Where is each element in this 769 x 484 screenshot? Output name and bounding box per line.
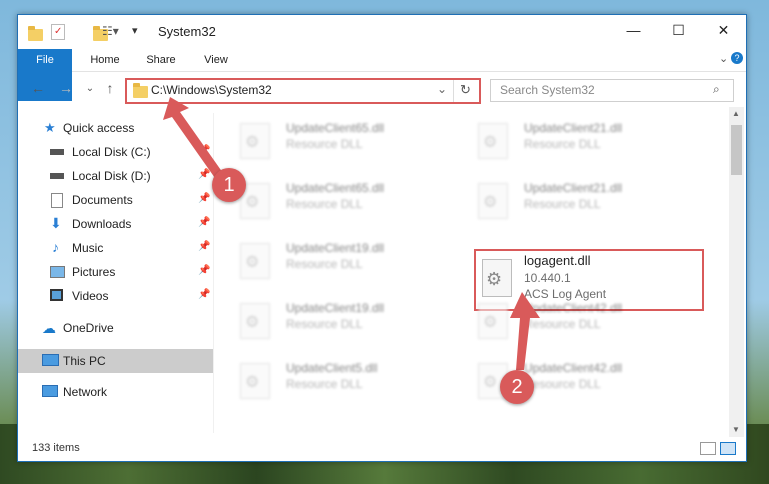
minimize-button[interactable]: —: [611, 15, 656, 45]
sidebar-item-documents[interactable]: Documents 📌: [18, 189, 213, 211]
list-item[interactable]: UpdateClient42.dll Resource DLL: [452, 295, 672, 347]
address-divider: [453, 80, 454, 102]
help-icon[interactable]: ?: [731, 52, 743, 64]
pin-icon[interactable]: 📌: [198, 145, 210, 156]
folder-icon: [133, 83, 148, 98]
list-item[interactable]: UpdateClient21.dll Resource DLL: [452, 115, 672, 167]
videos-icon: [50, 289, 63, 301]
scroll-up-icon[interactable]: ▲: [732, 109, 740, 118]
file-explorer-window: ✓ ☷▾ ▾ System32 — ☐ ✕ File Home Share Vi…: [17, 14, 747, 462]
window-title: System32: [158, 24, 216, 39]
dll-file-icon: [240, 303, 270, 339]
pin-icon[interactable]: 📌: [198, 289, 210, 300]
list-item[interactable]: UpdateClient65.dll Resource DLL: [214, 115, 434, 167]
pictures-icon: [50, 266, 65, 278]
sidebar-item-videos[interactable]: Videos 📌: [18, 285, 213, 307]
dll-file-icon: [240, 123, 270, 159]
navigation-bar: ← → ⌄ ↑ C:\Windows\System32 ⌄ ↻ Search S…: [18, 73, 746, 107]
sidebar-item-pictures[interactable]: Pictures 📌: [18, 261, 213, 283]
search-icon[interactable]: ⌕: [713, 82, 720, 97]
up-arrow-icon[interactable]: ↑: [100, 80, 120, 96]
tab-view[interactable]: View: [194, 49, 238, 71]
details-view-icon[interactable]: [700, 442, 716, 455]
pin-icon[interactable]: 📌: [198, 241, 210, 252]
pin-icon[interactable]: 📌: [198, 265, 210, 276]
documents-icon: [51, 193, 63, 208]
pin-icon[interactable]: 📌: [198, 193, 210, 204]
sidebar-item-quick-access[interactable]: ★ Quick access: [18, 117, 213, 139]
scrollbar-thumb[interactable]: [731, 125, 742, 175]
navigation-pane: ★ Quick access Local Disk (C:) 📌 Local D…: [18, 113, 213, 433]
callout-badge-two: 2: [500, 370, 534, 404]
sidebar-item-music[interactable]: ♪ Music 📌: [18, 237, 213, 259]
properties-icon[interactable]: ✓: [51, 24, 65, 40]
address-bar[interactable]: C:\Windows\System32 ⌄ ↻: [125, 78, 481, 104]
search-placeholder: Search System32: [500, 83, 595, 97]
large-icons-view-icon[interactable]: [720, 442, 736, 455]
list-item[interactable]: UpdateClient5.dll Resource DLL: [214, 355, 434, 407]
expand-ribbon-icon[interactable]: ⌄: [719, 52, 728, 65]
address-dropdown-icon[interactable]: ⌄: [437, 82, 447, 96]
vertical-scrollbar[interactable]: ▲ ▼: [729, 107, 744, 437]
gear-icon: ⚙: [486, 269, 503, 289]
star-icon: ★: [44, 120, 56, 135]
music-icon: ♪: [52, 239, 59, 255]
back-arrow-icon[interactable]: ←: [28, 80, 48, 96]
dll-file-icon: ⚙: [482, 259, 512, 297]
downloads-icon: ⬇: [50, 215, 62, 231]
network-icon: [42, 385, 58, 397]
folder-icon: [28, 26, 43, 41]
ribbon-tabs: File Home Share View ⌄ ?: [18, 49, 746, 101]
list-item[interactable]: UpdateClient42.dll Resource DLL: [452, 355, 672, 407]
forward-arrow-icon[interactable]: →: [56, 80, 76, 96]
recent-locations-icon[interactable]: ⌄: [80, 83, 100, 94]
list-item[interactable]: UpdateClient19.dll Resource DLL: [214, 295, 434, 347]
list-item[interactable]: UpdateClient65.dll Resource DLL: [214, 175, 434, 227]
list-item[interactable]: UpdateClient21.dll Resource DLL: [452, 175, 672, 227]
maximize-button[interactable]: ☐: [656, 15, 701, 45]
dll-file-icon: [240, 243, 270, 279]
tab-share[interactable]: Share: [138, 49, 184, 71]
refresh-icon[interactable]: ↻: [460, 82, 471, 98]
file-list: UpdateClient65.dll Resource DLL UpdateCl…: [214, 107, 728, 437]
sidebar-item-downloads[interactable]: ⬇ Downloads 📌: [18, 213, 213, 235]
title-bar: ✓ ☷▾ ▾ System32 — ☐ ✕: [18, 15, 746, 49]
dll-file-icon: [240, 363, 270, 399]
sidebar-item-local-disk-c[interactable]: Local Disk (C:) 📌: [18, 141, 213, 163]
sidebar-item-onedrive[interactable]: ☁ OneDrive: [18, 317, 213, 339]
pc-icon: [42, 354, 59, 366]
scroll-down-icon[interactable]: ▼: [732, 425, 740, 434]
drive-icon: [50, 173, 64, 179]
dll-file-icon: [478, 123, 508, 159]
pin-icon[interactable]: 📌: [198, 169, 210, 180]
dll-file-icon: [478, 303, 508, 339]
list-item[interactable]: UpdateClient19.dll Resource DLL: [214, 235, 434, 287]
item-count: 133 items: [32, 442, 80, 454]
customize-toolbar-icon[interactable]: ▾: [132, 24, 138, 40]
status-bar: 133 items: [18, 437, 746, 461]
pin-icon[interactable]: 📌: [198, 217, 210, 228]
file-name: logagent.dll: [524, 253, 591, 268]
view-options-icon[interactable]: ☷▾: [102, 24, 119, 40]
callout-badge-one: 1: [212, 168, 246, 202]
search-box[interactable]: Search System32 ⌕: [490, 79, 734, 102]
onedrive-icon: ☁: [42, 320, 56, 336]
tab-home[interactable]: Home: [80, 49, 130, 71]
address-path: C:\Windows\System32: [151, 83, 272, 97]
sidebar-item-local-disk-d[interactable]: Local Disk (D:) 📌: [18, 165, 213, 187]
file-version: 10.440.1: [524, 271, 571, 285]
sidebar-item-this-pc[interactable]: This PC: [18, 349, 213, 373]
sidebar-item-network[interactable]: Network: [18, 381, 213, 403]
drive-icon: [50, 149, 64, 155]
close-button[interactable]: ✕: [701, 15, 746, 45]
dll-file-icon: [478, 183, 508, 219]
